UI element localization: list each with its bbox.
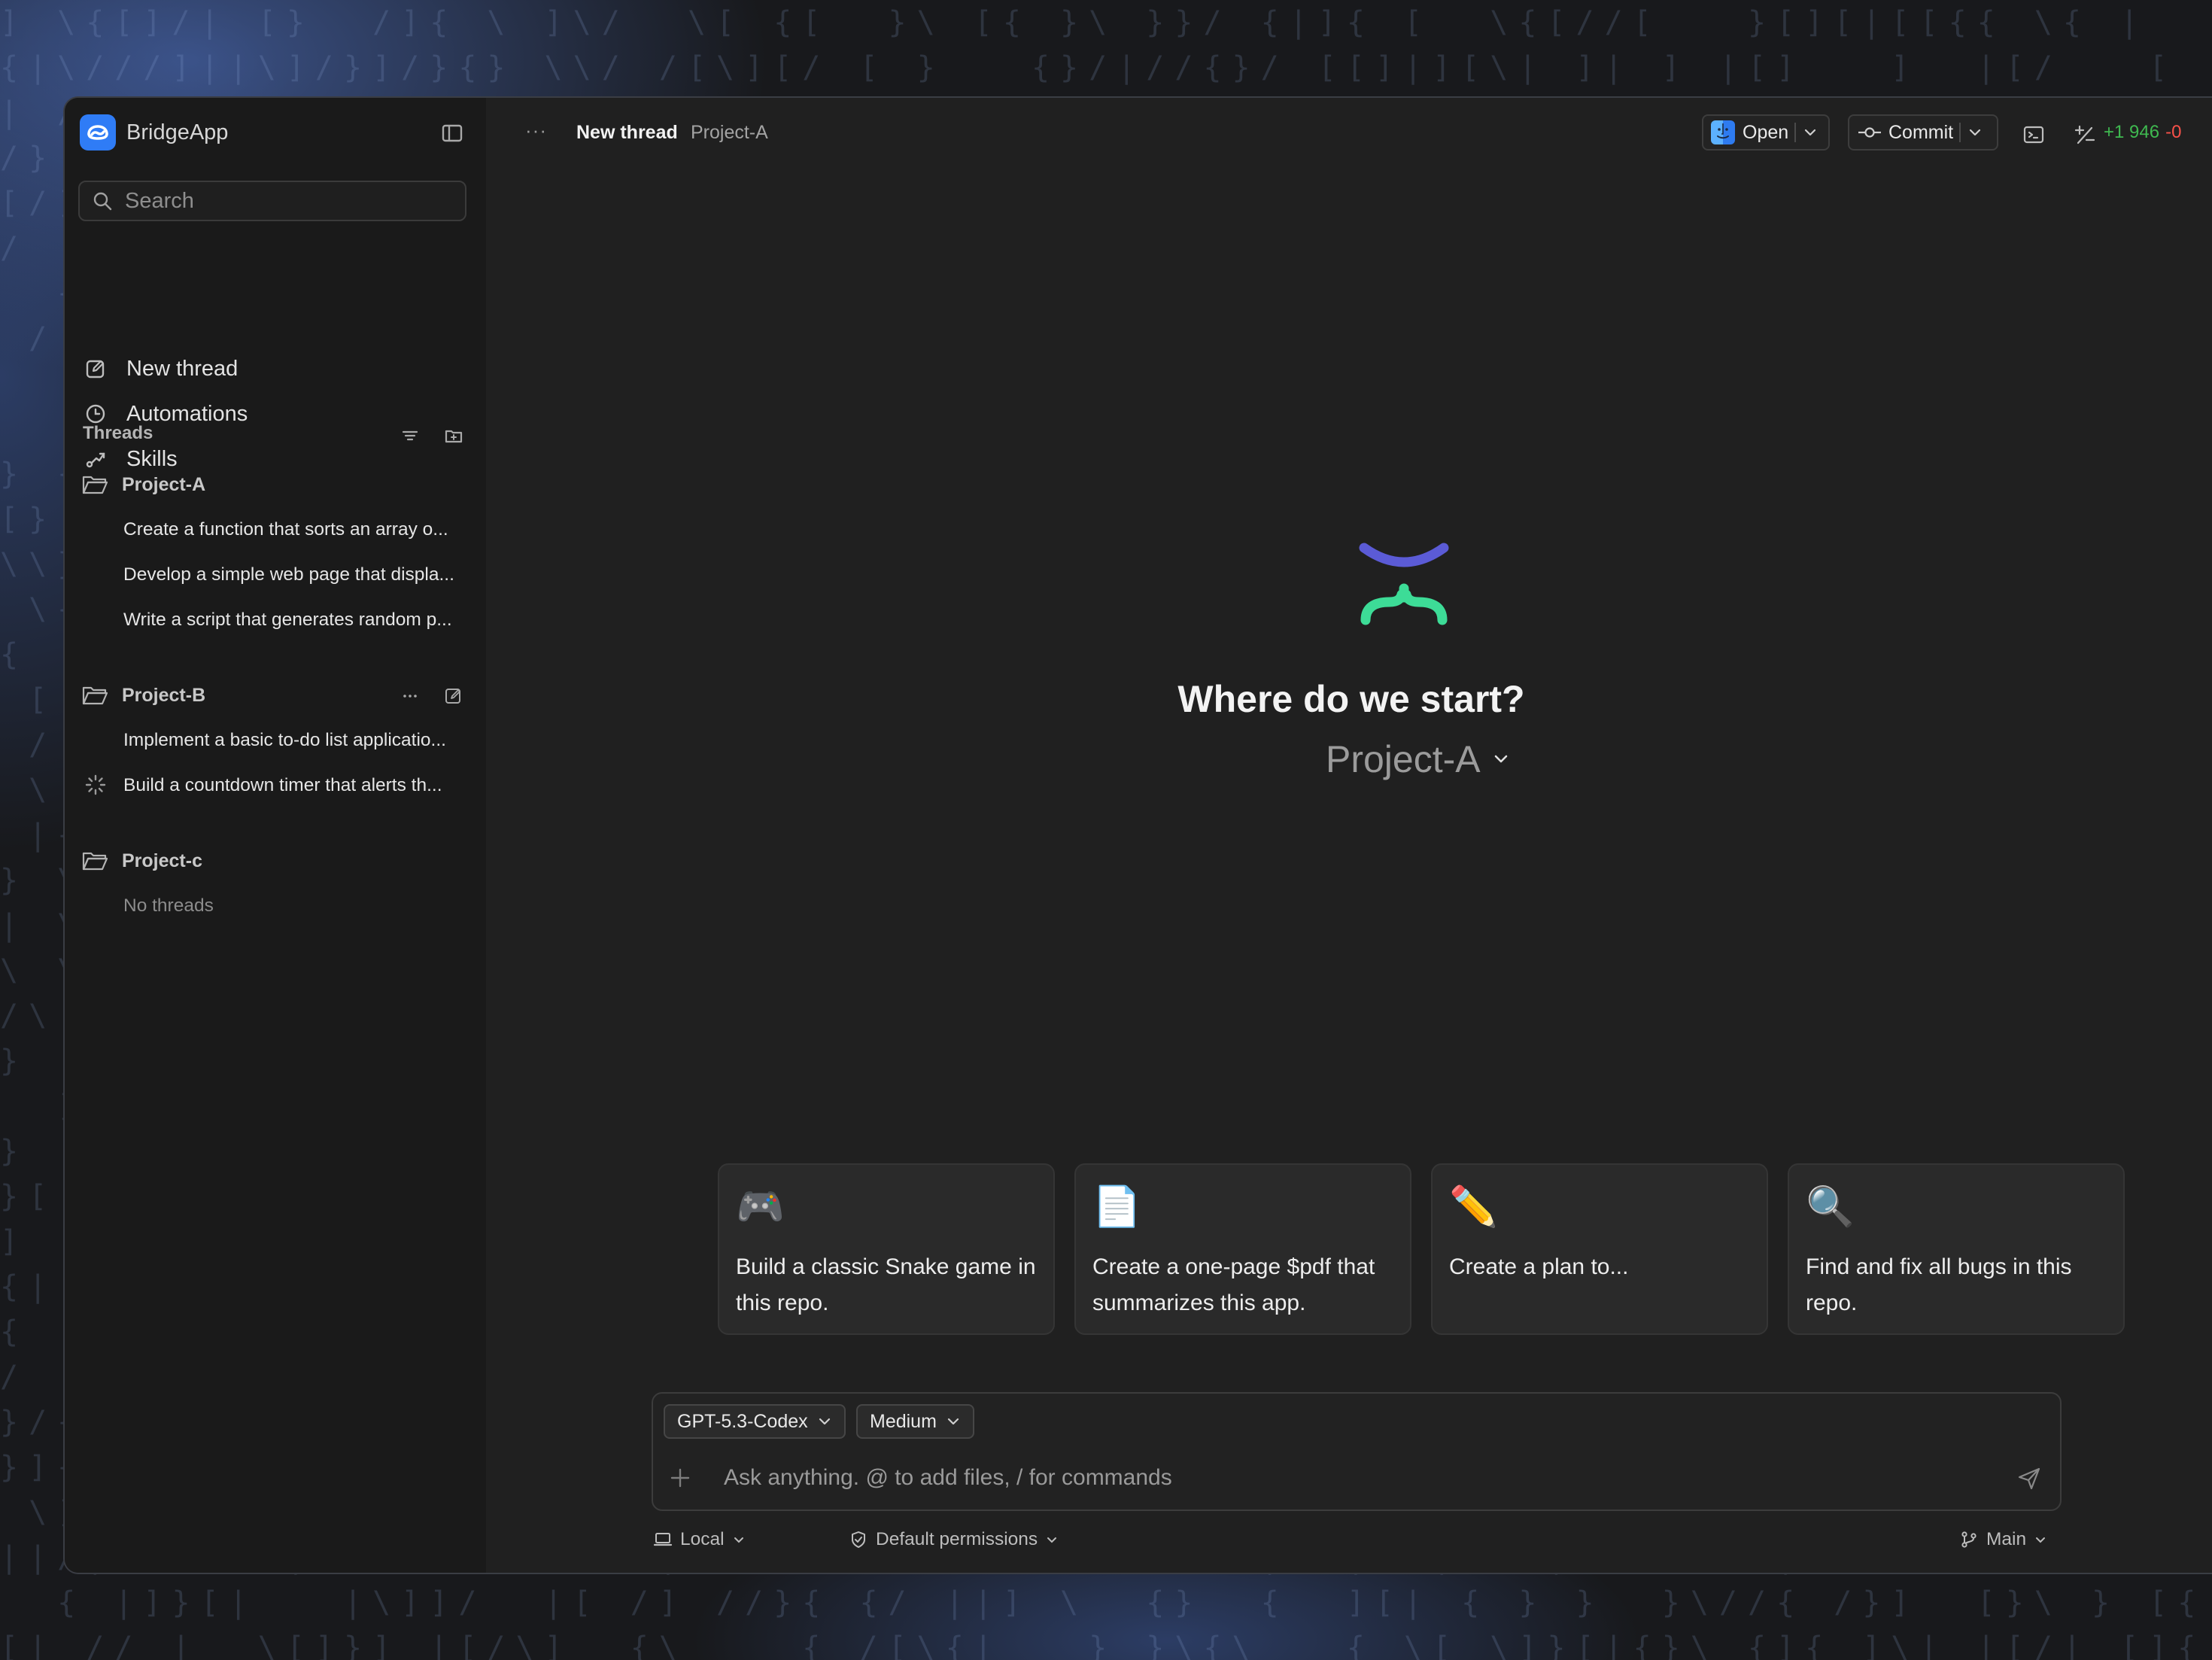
suggestion-card[interactable]: 🔍 Find and fix all bugs in this repo.: [1788, 1163, 2125, 1335]
app-logo-icon: [80, 114, 116, 150]
search-box[interactable]: [78, 181, 466, 221]
brand-mark-icon: [1359, 543, 1449, 625]
folder-open-icon: [82, 476, 108, 494]
thread-title: New thread: [576, 122, 678, 143]
suggestion-card[interactable]: 📄 Create a one-page $pdf that summarizes…: [1074, 1163, 1411, 1335]
diff-stats: +1 946 -0: [2104, 122, 2181, 143]
laptop-icon: [653, 1533, 673, 1546]
branch-label: Main: [1986, 1529, 2027, 1549]
chevron-down-icon: [819, 1418, 830, 1425]
lines-added: +1 946: [2104, 122, 2160, 142]
chevron-down-icon[interactable]: [1802, 124, 1819, 141]
git-branch-icon: [1961, 1531, 1977, 1548]
thread-item[interactable]: Build a countdown timer that alerts th..…: [123, 771, 469, 801]
more-options-icon[interactable]: [400, 686, 420, 706]
folder-open-icon: [82, 852, 108, 871]
new-thread-icon[interactable]: [444, 686, 463, 706]
top-bar: ··· New thread Project-A Open Commit +1 …: [486, 98, 2212, 167]
search-icon: [93, 192, 112, 211]
model-selector[interactable]: GPT-5.3-Codex: [664, 1404, 846, 1439]
search-input[interactable]: [123, 187, 442, 214]
gamepad-icon: 🎮: [736, 1185, 785, 1229]
thread-project: Project-A: [691, 122, 768, 143]
suggestion-text: Create a one-page $pdf that summarizes t…: [1092, 1254, 1375, 1315]
permissions-selector[interactable]: Default permissions: [849, 1529, 1059, 1550]
chevron-down-icon: [734, 1537, 743, 1543]
lines-removed: -0: [2165, 122, 2182, 142]
loading-spinner-icon: [85, 774, 106, 795]
chevron-down-icon: [947, 1418, 959, 1425]
threads-heading: Threads: [83, 423, 153, 443]
chevron-down-icon: [1494, 755, 1507, 763]
thread-item[interactable]: Create a function that sorts an array o.…: [123, 515, 469, 545]
thread-item[interactable]: Implement a basic to-do list applicatio.…: [123, 725, 469, 756]
document-icon: 📄: [1092, 1185, 1141, 1229]
new-folder-icon[interactable]: [444, 426, 463, 445]
branch-selector[interactable]: Main: [1959, 1529, 2047, 1550]
hero-title: Where do we start?: [1177, 678, 1525, 720]
open-label: Open: [1743, 121, 1789, 143]
suggestion-card[interactable]: ✏️ Create a plan to...: [1431, 1163, 1768, 1335]
project-c-name: Project-c: [122, 850, 202, 871]
folder-open-icon: [82, 686, 108, 705]
chevron-down-icon: [2036, 1537, 2046, 1543]
nav-skills-label: Skills: [126, 446, 178, 471]
app-window: BridgeApp New thread Automati: [63, 96, 2212, 1574]
project-folder-a[interactable]: Project-A: [81, 470, 205, 500]
commit-icon: [1858, 127, 1881, 138]
suggestion-text: Find and fix all bugs in this repo.: [1806, 1254, 2072, 1315]
nav-new-thread[interactable]: New thread: [84, 352, 238, 385]
finder-icon: [1711, 120, 1735, 144]
suggestion-card[interactable]: 🎮 Build a classic Snake game in this rep…: [718, 1163, 1055, 1335]
skills-icon: [86, 452, 105, 468]
project-b-name: Project-B: [122, 684, 206, 706]
send-icon[interactable]: [2016, 1466, 2042, 1491]
plus-icon[interactable]: [668, 1466, 692, 1490]
suggestion-text: Create a plan to...: [1449, 1254, 1629, 1279]
main-panel: ··· New thread Project-A Open Commit +1 …: [486, 98, 2212, 1573]
magnifier-icon: 🔍: [1806, 1185, 1855, 1229]
diff-icon[interactable]: [2074, 123, 2096, 146]
project-selector-label: Project-A: [1326, 738, 1481, 780]
project-selector[interactable]: Project-A: [1326, 737, 1511, 781]
commit-button[interactable]: Commit: [1848, 114, 1998, 150]
nav-new-thread-label: New thread: [126, 356, 239, 381]
prompt-composer: GPT-5.3-Codex Medium: [652, 1392, 2062, 1511]
more-menu-button[interactable]: ···: [525, 119, 547, 142]
app-brand: BridgeApp: [80, 114, 228, 150]
environment-label: Local: [680, 1529, 725, 1549]
project-a-name: Project-A: [122, 473, 206, 495]
environment-selector[interactable]: Local: [653, 1529, 746, 1550]
thread-item[interactable]: Write a script that generates random p..…: [123, 605, 469, 635]
app-name: BridgeApp: [126, 120, 229, 144]
model-label: GPT-5.3-Codex: [677, 1410, 808, 1432]
chevron-down-icon[interactable]: [1967, 124, 1983, 141]
prompt-input[interactable]: [722, 1458, 1967, 1497]
sidebar-toggle-icon[interactable]: [441, 122, 463, 144]
suggestion-text: Build a classic Snake game in this repo.: [736, 1254, 1036, 1315]
pencil-icon: ✏️: [1449, 1185, 1498, 1229]
clock-icon: [86, 404, 105, 424]
compose-icon: [86, 360, 105, 379]
permissions-label: Default permissions: [876, 1529, 1038, 1549]
open-in-button[interactable]: Open: [1702, 114, 1830, 150]
reasoning-effort-selector[interactable]: Medium: [856, 1404, 974, 1439]
thread-item[interactable]: Develop a simple web page that displa...: [123, 560, 469, 590]
chevron-down-icon: [1047, 1537, 1057, 1543]
project-folder-b[interactable]: Project-B: [81, 680, 205, 710]
sidebar: BridgeApp New thread Automati: [65, 98, 486, 1573]
commit-label: Commit: [1888, 121, 1954, 143]
empty-threads-label: No threads: [123, 895, 214, 916]
effort-label: Medium: [870, 1410, 937, 1432]
filter-icon[interactable]: [400, 426, 420, 445]
terminal-icon[interactable]: [2022, 123, 2045, 146]
shield-icon: [852, 1531, 865, 1548]
project-folder-c[interactable]: Project-c: [81, 846, 202, 876]
